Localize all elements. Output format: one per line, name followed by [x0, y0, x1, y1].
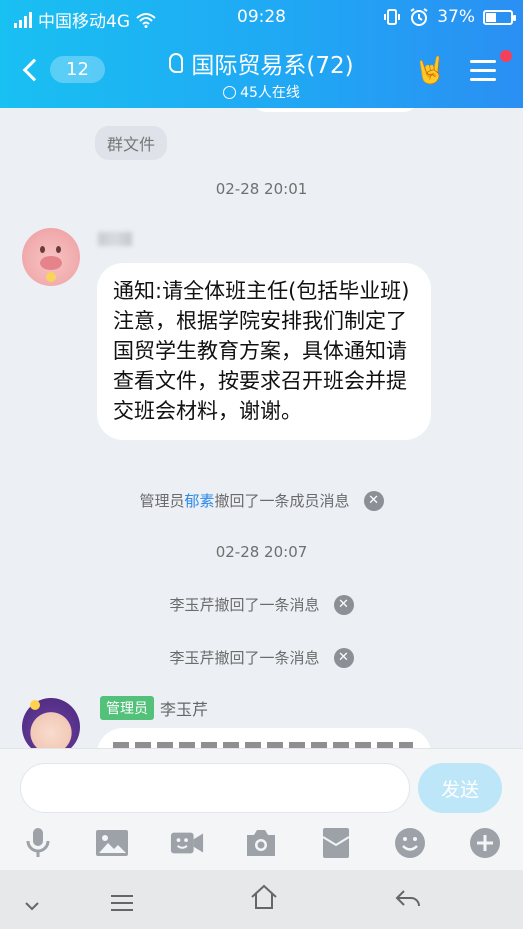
notification-dot [500, 50, 512, 62]
message-input[interactable] [20, 763, 410, 813]
back-arrow-icon[interactable] [394, 888, 422, 916]
toolbar [0, 816, 523, 870]
mic-icon[interactable] [21, 826, 55, 860]
vibrate-icon [384, 9, 401, 25]
message-bubble[interactable]: 通知:请全体班主任(包括毕业班)注意，根据学院安排我们制定了国贸学生教育方案，具… [97, 263, 431, 440]
recall-notice: 李玉芹撤回了一条消息 ✕ [0, 594, 523, 615]
recall-text: 李玉芹撤回了一条消息 [169, 649, 320, 667]
recall-suffix: 撤回了一条成员消息 [214, 492, 350, 510]
avatar[interactable] [22, 228, 80, 286]
emoji-icon[interactable] [393, 826, 427, 860]
blurred-sender-name [98, 232, 132, 246]
clock: 09:28 [237, 7, 286, 27]
chevron-down-icon[interactable] [24, 890, 40, 918]
message-bubble[interactable] [97, 728, 431, 748]
recent-apps-icon[interactable] [110, 890, 134, 918]
rock-hand-icon[interactable]: 🤘 [414, 56, 446, 86]
recall-name-link[interactable]: 郁素 [184, 492, 214, 510]
status-bar: 中国移动4G 09:28 37% [0, 0, 523, 36]
sender-info: 管理员 李玉芹 [100, 696, 208, 720]
avatar[interactable] [22, 698, 80, 748]
alarm-icon [410, 8, 428, 26]
online-icon [223, 85, 237, 99]
recall-notice: 李玉芹撤回了一条消息 ✕ [0, 647, 523, 668]
battery-icon [483, 9, 516, 25]
camera-icon[interactable] [244, 826, 278, 860]
nav-bar: 12 国际贸易系(72) 45人在线 🤘 [0, 36, 523, 108]
online-count: 45人在线 [240, 85, 300, 101]
close-icon[interactable]: ✕ [333, 647, 354, 668]
previous-message-bubble[interactable] [250, 108, 420, 112]
page-title: 国际贸易系(72) [191, 53, 354, 79]
recall-text: 李玉芹撤回了一条消息 [169, 596, 320, 614]
header: 中国移动4G 09:28 37% 12 国际贸易系(72) 45人在线 🤘 [0, 0, 523, 108]
send-button[interactable]: 发送 [418, 763, 502, 813]
admin-badge: 管理员 [100, 696, 154, 720]
home-icon[interactable] [250, 884, 278, 916]
red-packet-icon[interactable] [319, 826, 353, 860]
ear-icon[interactable] [169, 53, 184, 73]
recall-notice: 管理员郁素撤回了一条成员消息 ✕ [0, 490, 523, 511]
chat-area[interactable]: 群文件 02-28 20:01 通知:请全体班主任(包括毕业班)注意，根据学院安… [0, 108, 523, 748]
timestamp: 02-28 20:01 [215, 180, 308, 198]
plus-icon[interactable] [468, 826, 502, 860]
image-icon[interactable] [95, 826, 129, 860]
battery-percent: 37% [437, 7, 475, 27]
recall-prefix: 管理员 [139, 492, 185, 510]
timestamp: 02-28 20:07 [215, 543, 308, 561]
close-icon[interactable]: ✕ [363, 490, 384, 511]
group-file-button[interactable]: 群文件 [95, 126, 168, 160]
menu-icon[interactable] [470, 60, 496, 87]
system-nav-bar [0, 870, 523, 929]
video-icon[interactable] [170, 826, 204, 860]
close-icon[interactable]: ✕ [333, 594, 354, 615]
sender-name: 李玉芹 [160, 700, 209, 719]
